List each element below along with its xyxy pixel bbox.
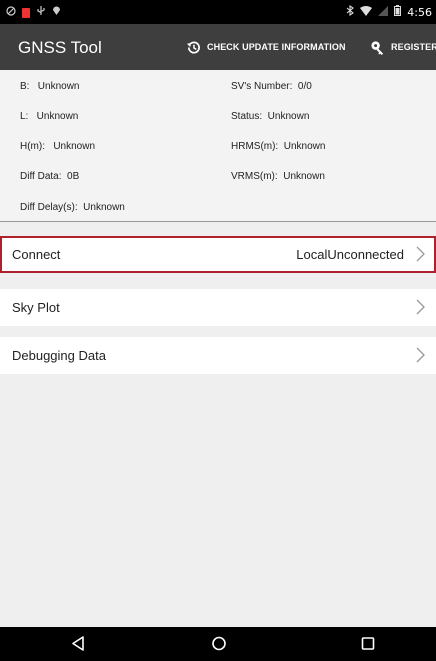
vrms-value: VRMS(m): Unknown (231, 171, 325, 182)
chevron-right-icon (414, 245, 426, 268)
bluetooth-icon (346, 4, 355, 20)
status-bar: 4:56 (0, 0, 436, 24)
status-icons-right: 4:56 (346, 4, 432, 20)
status-time: 4:56 (407, 6, 432, 19)
notification-icon (22, 7, 30, 18)
app-title: GNSS Tool (18, 38, 102, 57)
chevron-right-icon (414, 298, 426, 321)
height-value: H(m): Unknown (20, 141, 96, 152)
connection-status-value: LocalUnconnected (296, 247, 404, 262)
recent-apps-icon[interactable] (360, 635, 376, 657)
menu-item-label: Debugging Data (12, 348, 106, 363)
usb-icon (36, 5, 46, 20)
home-icon[interactable] (211, 635, 227, 657)
app-bar: GNSS Tool CHECK UPDATE INFORMATION REGIS… (0, 24, 436, 70)
history-icon (186, 40, 201, 55)
location-pin-icon (52, 5, 61, 20)
longitude-l-value: L: Unknown (20, 111, 79, 122)
navigation-bar (0, 627, 436, 661)
register-button[interactable]: REGISTER (370, 24, 436, 70)
wifi-icon (360, 5, 373, 20)
menu-item-debugging-data[interactable]: Debugging Data (0, 337, 436, 374)
sv-number-value: SV's Number: 0/0 (231, 81, 312, 92)
battery-icon (394, 5, 402, 20)
alarm-icon (6, 5, 16, 20)
diff-data-value: Diff Data: 0B (20, 171, 80, 182)
status-icons-left (6, 5, 61, 20)
menu-item-label: Sky Plot (12, 300, 60, 315)
chevron-right-icon (414, 346, 426, 369)
status-value: Status: Unknown (231, 111, 310, 122)
menu-item-label: Connect (12, 247, 61, 262)
check-update-label: CHECK UPDATE INFORMATION (207, 42, 346, 52)
latitude-b-value: B: Unknown (20, 81, 80, 92)
register-label: REGISTER (391, 42, 436, 52)
diff-delay-value: Diff Delay(s): Unknown (20, 202, 125, 213)
menu-item-sky-plot[interactable]: Sky Plot (0, 289, 436, 326)
hrms-value: HRMS(m): Unknown (231, 141, 326, 152)
check-update-button[interactable]: CHECK UPDATE INFORMATION (186, 24, 346, 70)
key-icon (370, 40, 385, 55)
back-icon[interactable] (70, 635, 86, 657)
gnss-info-panel: B: Unknown L: Unknown H(m): Unknown Diff… (0, 70, 436, 222)
signal-off-icon (378, 5, 389, 20)
menu-item-connect[interactable]: Connect LocalUnconnected (0, 236, 436, 273)
